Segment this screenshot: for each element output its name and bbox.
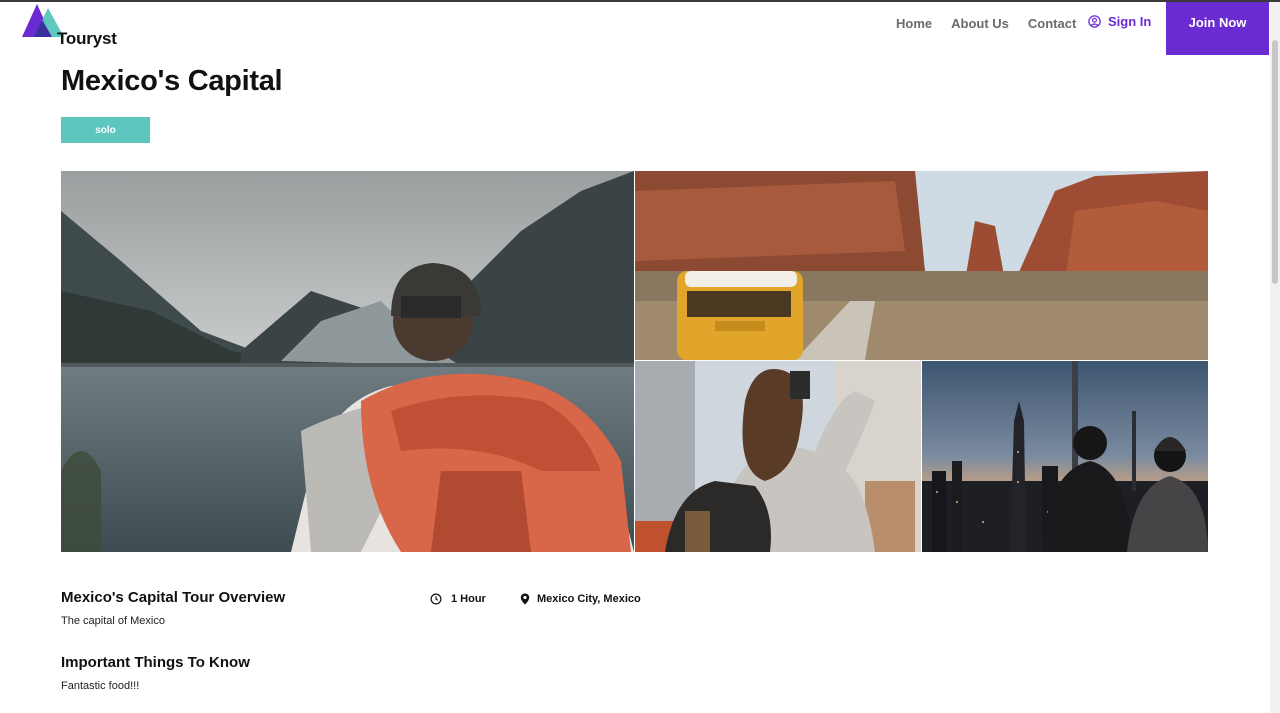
tour-type-badge: solo [61, 117, 150, 143]
main-nav: Home About Us Contact [896, 14, 1095, 32]
window-top-border [0, 0, 1280, 2]
tour-duration: 1 Hour [430, 593, 486, 605]
camper-van-desert-photo[interactable] [635, 171, 1208, 360]
clock-icon [430, 593, 442, 605]
duration-value: 1 Hour [451, 593, 486, 605]
photo-gallery [61, 171, 1208, 552]
overview-heading: Mexico's Capital Tour Overview [61, 589, 286, 606]
scrollbar-thumb[interactable] [1272, 40, 1278, 284]
nav-contact[interactable]: Contact [1028, 16, 1076, 31]
page-title: Mexico's Capital [61, 65, 283, 97]
location-value: Mexico City, Mexico [537, 593, 641, 605]
brand-logo[interactable]: Touryst [20, 2, 130, 50]
tour-location: Mexico City, Mexico [520, 593, 641, 605]
user-circle-icon [1088, 15, 1101, 28]
traveler-in-city-photo[interactable] [635, 361, 921, 552]
sign-in-label: Sign In [1108, 14, 1152, 29]
couple-city-skyline-photo[interactable] [922, 361, 1208, 552]
hiker-by-lake-photo[interactable] [61, 171, 634, 552]
sign-in-link[interactable]: Sign In [1088, 14, 1151, 29]
important-things-heading: Important Things To Know [61, 654, 250, 671]
join-now-button[interactable]: Join Now [1166, 2, 1269, 55]
important-things-description: Fantastic food!!! [61, 680, 140, 692]
map-pin-icon [520, 593, 530, 605]
nav-home[interactable]: Home [896, 16, 932, 31]
brand-name: Touryst [57, 29, 117, 48]
nav-about-us[interactable]: About Us [951, 16, 1009, 31]
overview-description: The capital of Mexico [61, 615, 165, 627]
